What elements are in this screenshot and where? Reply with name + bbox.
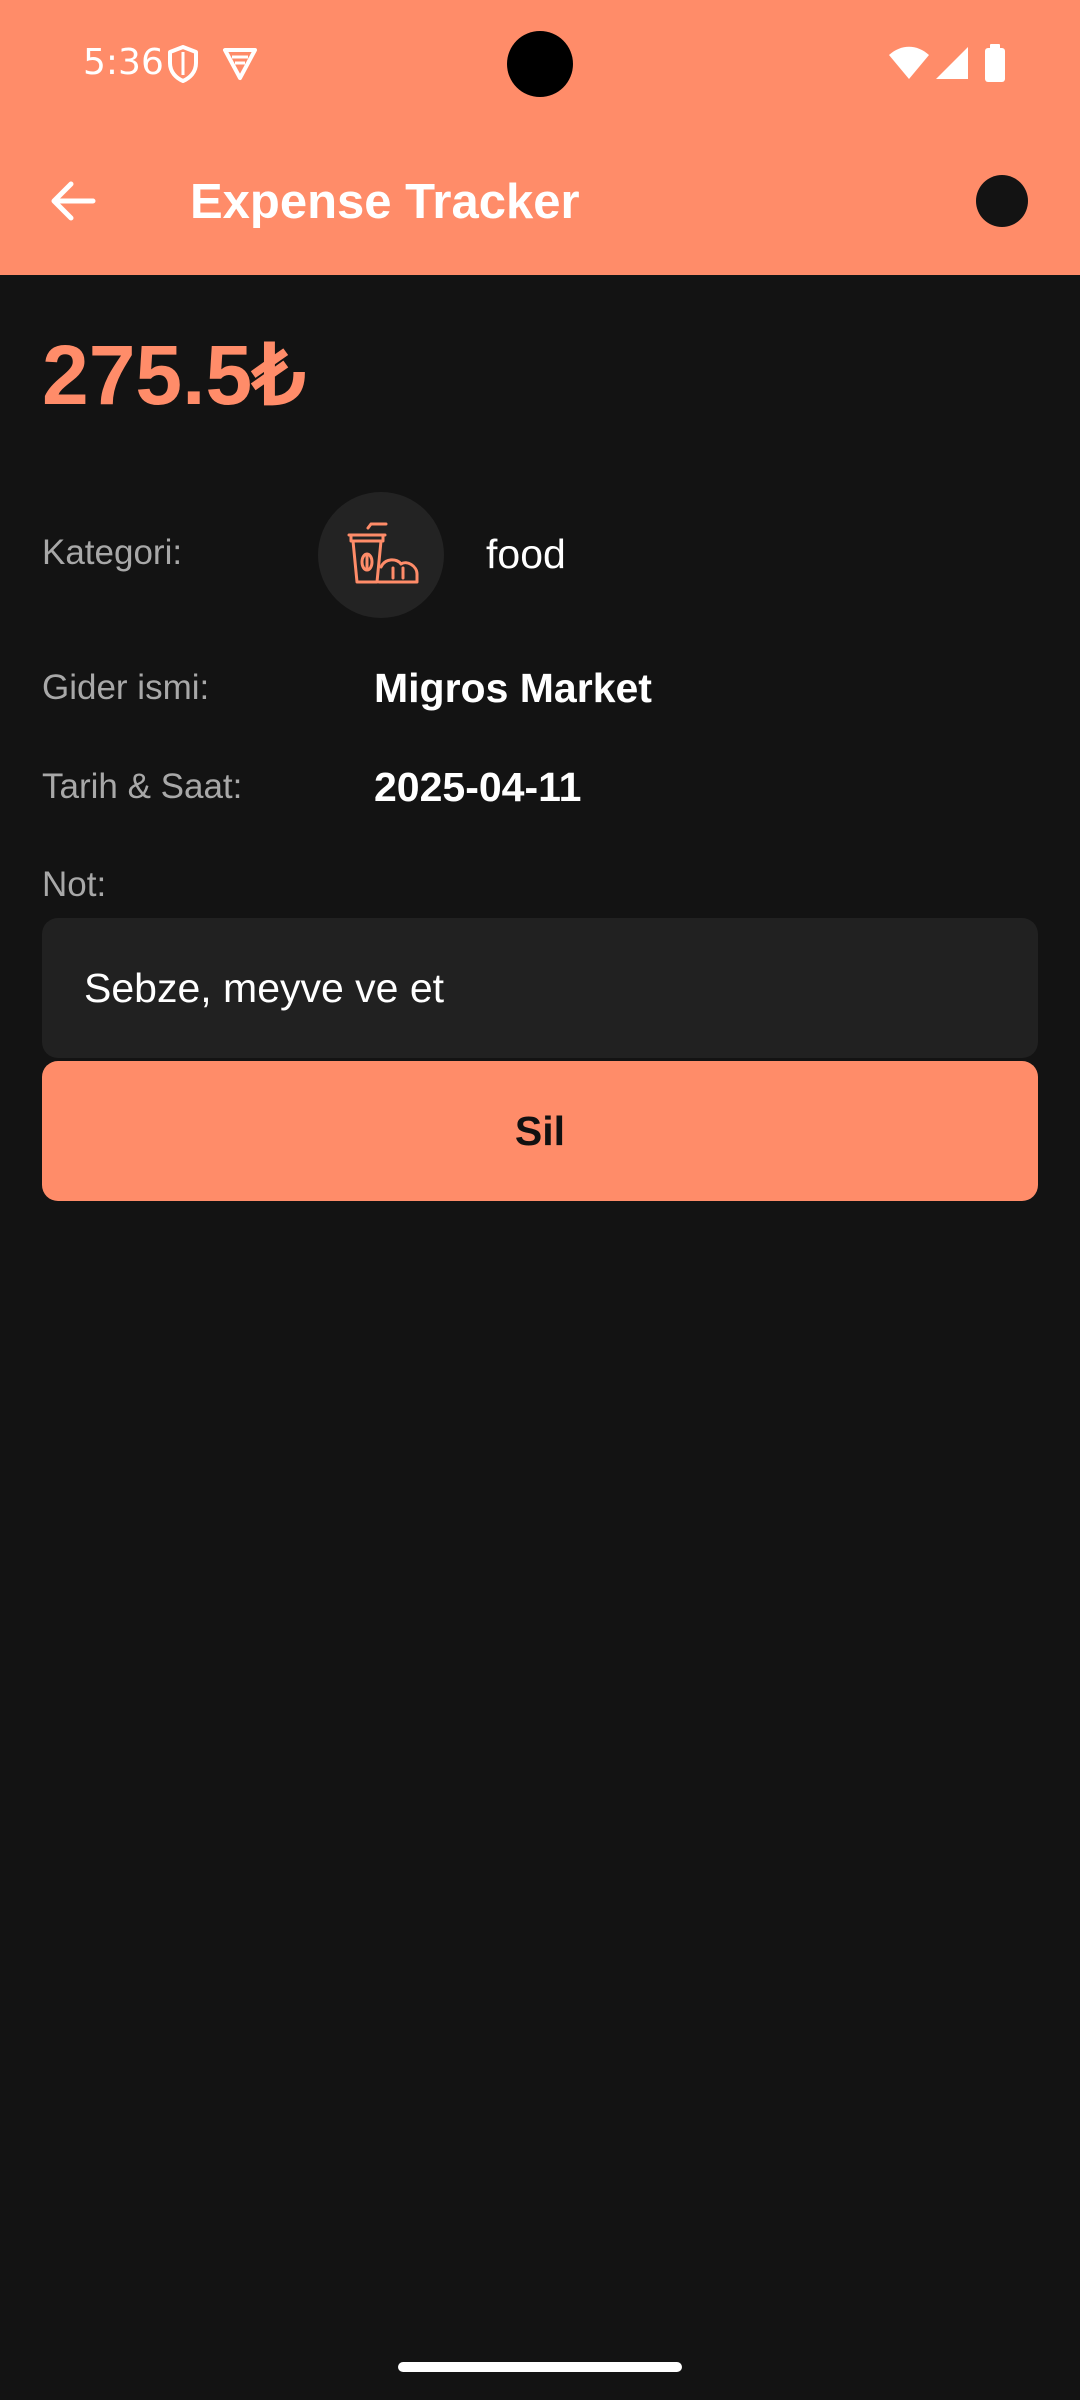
note-field: Sebze, meyve ve et: [42, 918, 1038, 1058]
shield-icon: [166, 44, 200, 89]
note-text: Sebze, meyve ve et: [84, 964, 445, 1011]
camera-cutout: [507, 31, 573, 97]
arrow-left-icon: [51, 181, 96, 221]
wifi-icon: [888, 46, 930, 85]
back-button[interactable]: [38, 166, 108, 236]
category-icon-badge: [318, 492, 444, 618]
expense-amount: 275.5₺: [42, 328, 306, 422]
category-label: Kategori:: [42, 533, 183, 572]
category-value: food: [486, 531, 566, 577]
delete-button[interactable]: Sil: [42, 1061, 1038, 1201]
cell-signal-icon: [935, 46, 969, 85]
date-time-value: 2025-04-11: [374, 764, 582, 810]
status-time: 5:36: [83, 42, 164, 83]
app-title: Expense Tracker: [190, 175, 580, 229]
battery-icon: [984, 44, 1006, 87]
food-drink-icon: [347, 522, 419, 584]
vpn-icon: [221, 44, 259, 89]
top-app-bar: 5:36 Expense Tracker: [0, 0, 1080, 275]
delete-button-label: Sil: [514, 1107, 566, 1154]
note-label: Not:: [42, 865, 107, 904]
date-time-label: Tarih & Saat:: [42, 767, 243, 806]
expense-name-value: Migros Market: [374, 665, 652, 711]
home-indicator[interactable]: [398, 2362, 682, 2372]
menu-action-button[interactable]: [976, 175, 1028, 227]
expense-name-label: Gider ismi:: [42, 668, 210, 707]
